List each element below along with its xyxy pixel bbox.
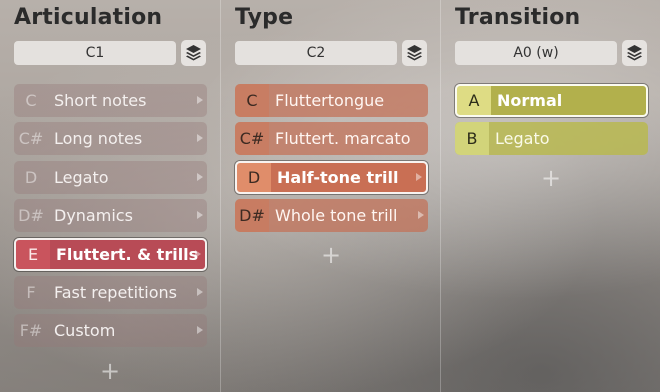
type-item-whole-tone-trill[interactable]: D# Whole tone trill xyxy=(235,199,428,233)
item-key: F xyxy=(26,282,36,302)
articulation-item-legato[interactable]: D Legato xyxy=(14,160,207,194)
articulation-list: C Short notes C# Long notes D Legato D# … xyxy=(14,84,207,353)
chevron-right-icon xyxy=(195,249,201,258)
item-label: Short notes xyxy=(54,91,147,110)
type-title: Type xyxy=(235,5,294,30)
item-label: Half-tone trill xyxy=(277,167,399,187)
layers-icon xyxy=(407,45,422,61)
item-key: E xyxy=(27,244,39,264)
item-key: D xyxy=(24,167,38,187)
transition-add-button[interactable]: + xyxy=(541,166,561,190)
articulation-item-custom[interactable]: F# Custom xyxy=(14,314,207,348)
item-label: Dynamics xyxy=(54,206,133,226)
articulation-item-short-notes[interactable]: C Short notes xyxy=(14,84,207,117)
type-list: C Fluttertongue C# Fluttert. marcato D H… xyxy=(235,84,428,238)
item-label: Whole tone trill xyxy=(275,206,398,226)
chevron-right-icon xyxy=(418,211,424,220)
item-key: C# xyxy=(18,129,44,149)
type-item-fluttertongue[interactable]: C Fluttertongue xyxy=(235,84,428,117)
item-key: D# xyxy=(18,206,44,226)
item-label: Fluttert. marcato xyxy=(275,129,411,149)
transition-layers-button[interactable] xyxy=(622,40,647,66)
type-add-button[interactable]: + xyxy=(321,243,341,267)
item-key: F# xyxy=(19,321,43,341)
transition-key-selector[interactable]: A0 (w) xyxy=(455,41,617,65)
articulation-item-fluttert-trills[interactable]: E Fluttert. & trills xyxy=(14,237,207,271)
item-label: Legato xyxy=(54,167,109,187)
transition-list: A Normal B Legato xyxy=(455,84,648,161)
item-label: Fluttertongue xyxy=(275,91,385,110)
articulation-item-long-notes[interactable]: C# Long notes xyxy=(14,122,207,156)
chevron-right-icon xyxy=(197,211,203,220)
articulation-item-fast-repetitions[interactable]: F Fast repetitions xyxy=(14,275,207,309)
item-label: Normal xyxy=(497,91,563,110)
type-item-fluttert-marcato[interactable]: C# Fluttert. marcato xyxy=(235,122,428,156)
layers-icon xyxy=(186,45,201,61)
item-key: C# xyxy=(235,122,269,156)
chevron-right-icon xyxy=(416,172,422,181)
transition-title: Transition xyxy=(455,5,581,30)
chevron-right-icon xyxy=(197,287,203,296)
item-key: D# xyxy=(235,199,269,233)
chevron-right-icon xyxy=(197,326,203,335)
articulation-key-selector[interactable]: C1 xyxy=(14,41,176,65)
item-label: Legato xyxy=(495,129,550,149)
articulation-title: Articulation xyxy=(14,5,163,30)
transition-item-legato[interactable]: B Legato xyxy=(455,122,648,156)
item-label: Fluttert. & trills xyxy=(56,244,199,264)
chevron-right-icon xyxy=(197,172,203,181)
chevron-right-icon xyxy=(197,96,203,104)
item-key: D xyxy=(247,167,261,187)
item-key: C xyxy=(25,91,37,110)
item-key: B xyxy=(455,122,489,156)
transition-column: Transition A0 (w) A Normal B Legato + xyxy=(440,0,660,392)
type-key-selector[interactable]: C2 xyxy=(235,41,397,65)
item-key: C xyxy=(235,84,269,117)
chevron-right-icon xyxy=(197,134,203,143)
articulation-column: Articulation C1 C Short notes C# Long no… xyxy=(0,0,220,392)
transition-item-normal[interactable]: A Normal xyxy=(455,84,648,117)
type-layers-button[interactable] xyxy=(402,40,427,66)
item-label: Fast repetitions xyxy=(54,282,178,302)
articulation-add-button[interactable]: + xyxy=(100,359,120,383)
item-label: Custom xyxy=(54,321,116,341)
articulation-layers-button[interactable] xyxy=(181,40,206,66)
articulation-item-dynamics[interactable]: D# Dynamics xyxy=(14,199,207,233)
type-item-half-tone-trill[interactable]: D Half-tone trill xyxy=(235,160,428,194)
type-column: Type C2 C Fluttertongue C# Fluttert. mar… xyxy=(220,0,440,392)
item-key: A xyxy=(468,91,480,110)
layers-icon xyxy=(627,45,642,61)
item-label: Long notes xyxy=(54,129,143,149)
